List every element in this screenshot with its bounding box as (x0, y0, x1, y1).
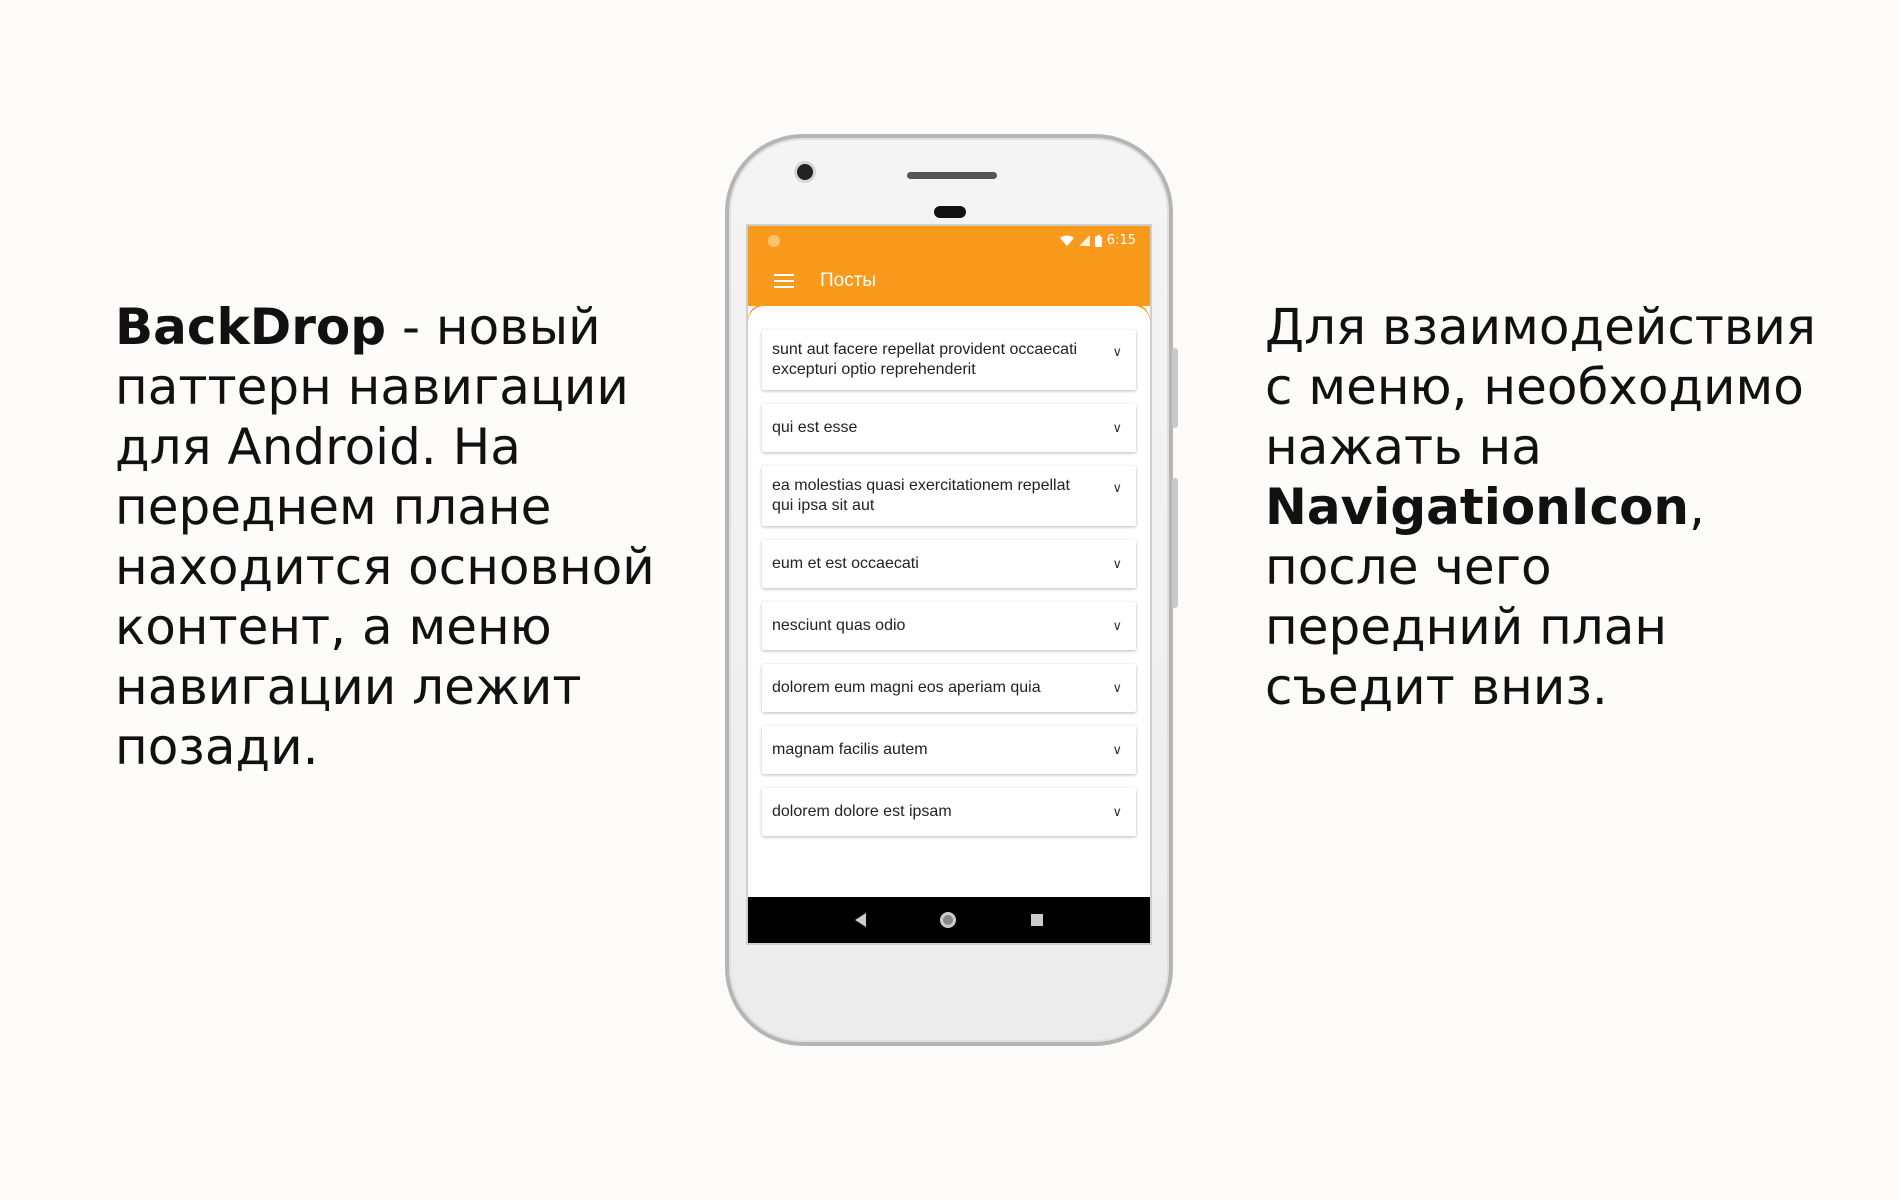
status-icons: 6:15 (1059, 233, 1136, 248)
chevron-down-icon[interactable]: ∨ (1112, 418, 1122, 438)
wifi-icon (1059, 235, 1074, 246)
description-right-before: Для взаимодействия с меню, необходимо на… (1265, 298, 1816, 476)
phone-mockup: 6:15 Посты sunt aut facere repellat prov… (725, 134, 1178, 1046)
chevron-down-icon[interactable]: ∨ (1112, 740, 1122, 760)
home-icon[interactable] (940, 912, 957, 928)
status-time: 6:15 (1106, 233, 1136, 248)
chevron-down-icon[interactable]: ∨ (1112, 554, 1122, 574)
post-title: sunt aut facere repellat provident occae… (772, 341, 1078, 378)
post-title: qui est esse (772, 419, 858, 436)
notification-dot-icon (768, 235, 780, 247)
post-title: ea molestias quasi exercitationem repell… (772, 477, 1070, 514)
post-card[interactable]: qui est esse ∨ (762, 404, 1136, 452)
earpiece-speaker (907, 172, 997, 179)
posts-list: sunt aut facere repellat provident occae… (748, 306, 1150, 836)
hamburger-menu-icon[interactable] (774, 274, 794, 288)
backdrop-term: BackDrop (115, 298, 387, 356)
post-title: dolorem dolore est ipsam (772, 803, 952, 820)
post-title: nesciunt quas odio (772, 617, 906, 634)
status-bar: 6:15 (748, 226, 1150, 256)
toolbar-title: Посты (820, 270, 877, 291)
chevron-down-icon[interactable]: ∨ (1112, 616, 1122, 636)
post-card[interactable]: nesciunt quas odio ∨ (762, 602, 1136, 650)
front-layer: sunt aut facere repellat provident occae… (748, 290, 1150, 897)
navigation-icon-term: NavigationIcon (1265, 478, 1690, 536)
post-card[interactable]: ea molestias quasi exercitationem repell… (762, 466, 1136, 526)
chevron-down-icon[interactable]: ∨ (1112, 678, 1122, 698)
description-left-body: - новый паттерн навигации для Android. Н… (115, 298, 655, 776)
back-icon[interactable] (855, 913, 867, 927)
chevron-down-icon[interactable]: ∨ (1112, 478, 1122, 498)
description-left: BackDrop - новый паттерн навигации для A… (115, 297, 675, 777)
post-title: eum et est occaecati (772, 555, 919, 572)
chevron-down-icon[interactable]: ∨ (1112, 802, 1122, 822)
post-card[interactable]: dolorem dolore est ipsam ∨ (762, 788, 1136, 836)
signal-icon (1078, 235, 1090, 246)
power-button (1172, 478, 1178, 608)
front-camera (797, 164, 813, 180)
chevron-down-icon[interactable]: ∨ (1112, 342, 1122, 362)
phone-screen: 6:15 Посты sunt aut facere repellat prov… (746, 224, 1152, 945)
post-title: magnam facilis autem (772, 741, 928, 758)
description-right: Для взаимодействия с меню, необходимо на… (1265, 297, 1825, 717)
volume-button (1172, 348, 1178, 428)
battery-icon (1094, 234, 1102, 247)
proximity-sensor (934, 206, 966, 218)
post-card[interactable]: dolorem eum magni eos aperiam quia ∨ (762, 664, 1136, 712)
app-toolbar: Посты (748, 256, 1150, 306)
post-title: dolorem eum magni eos aperiam quia (772, 679, 1041, 696)
post-card[interactable]: eum et est occaecati ∨ (762, 540, 1136, 588)
recent-apps-icon[interactable] (1030, 914, 1043, 926)
post-card[interactable]: magnam facilis autem ∨ (762, 726, 1136, 774)
android-nav-bar (748, 897, 1150, 943)
post-card[interactable]: sunt aut facere repellat provident occae… (762, 330, 1136, 390)
